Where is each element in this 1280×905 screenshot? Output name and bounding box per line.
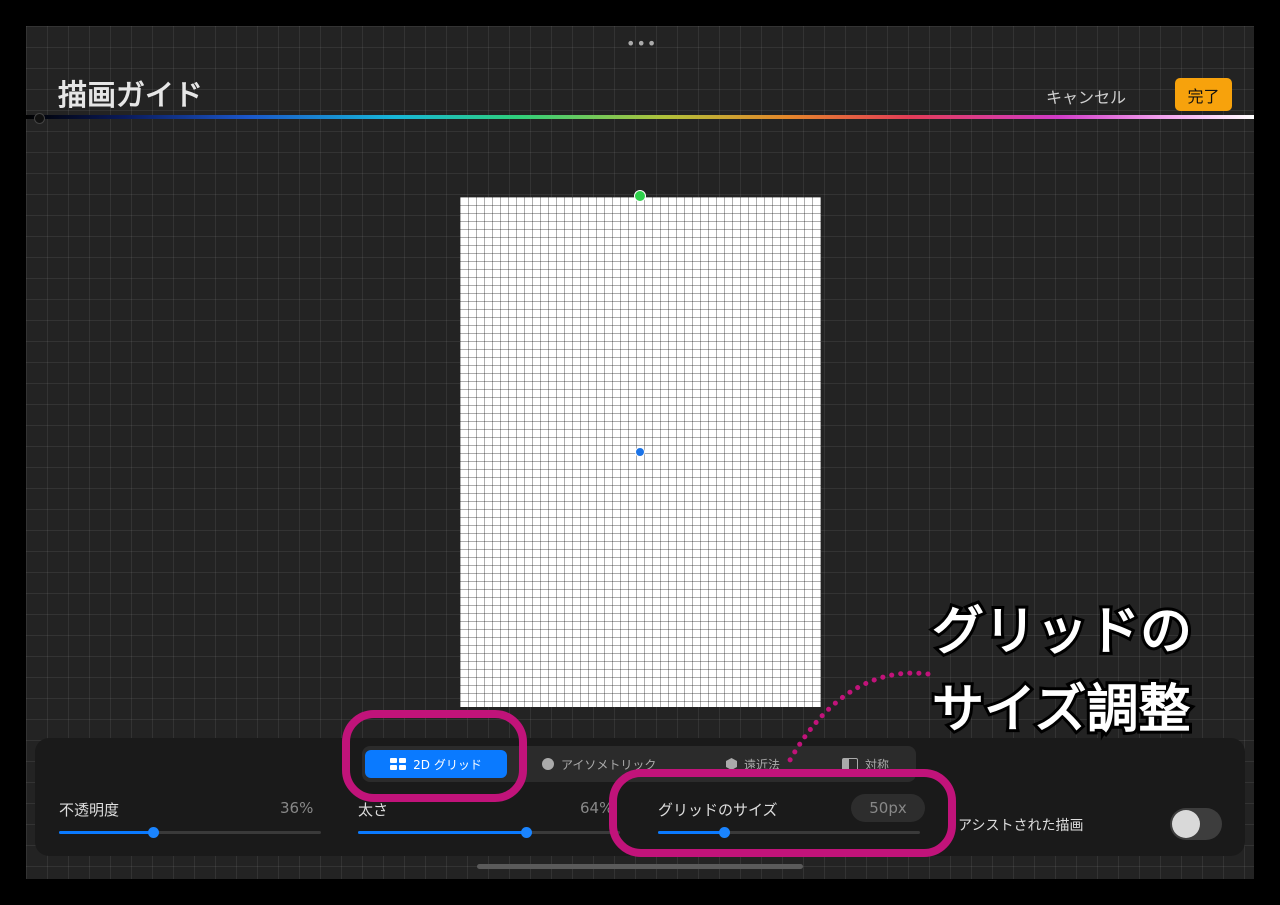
move-handle[interactable] <box>635 447 645 457</box>
opacity-label: 不透明度 <box>59 801 120 819</box>
grid-size-slider[interactable] <box>658 827 920 838</box>
opacity-slider[interactable] <box>59 827 321 838</box>
assisted-drawing-toggle[interactable] <box>1170 808 1222 840</box>
annotation-text-line2: サイズ調整 <box>929 680 1193 740</box>
thickness-slider[interactable] <box>358 827 620 838</box>
thickness-slider-fill <box>358 831 526 834</box>
opacity-slider-fill <box>59 831 154 834</box>
tab-2d-grid[interactable]: 2D グリッド <box>365 750 507 778</box>
tab-isometric[interactable]: アイソメトリック <box>542 750 656 778</box>
grid-size-value[interactable]: 50px <box>851 794 925 822</box>
grid-2d-icon <box>390 758 407 770</box>
app-screen: ••• 描画ガイド キャンセル 完了 2D グリッド アイソメトリック 遠近法 … <box>26 26 1254 879</box>
toggle-thumb <box>1172 810 1200 838</box>
tab-label: 2D グリッド <box>413 757 482 772</box>
assisted-drawing-label: アシストされた描画 <box>958 818 1084 834</box>
opacity-value: 36% <box>280 799 314 817</box>
thickness-slider-knob[interactable] <box>520 827 532 838</box>
rotation-handle[interactable] <box>634 190 646 202</box>
done-button[interactable]: 完了 <box>1175 78 1232 111</box>
tab-label: 対称 <box>865 757 890 772</box>
tab-label: アイソメトリック <box>561 757 657 772</box>
grid-size-slider-knob[interactable] <box>718 827 730 838</box>
tab-symmetry[interactable]: 対称 <box>842 750 889 778</box>
color-spectrum-bar[interactable] <box>26 115 1254 119</box>
annotation-text-line1: グリッドの <box>929 602 1195 662</box>
thickness-value: 64% <box>580 799 614 817</box>
guide-mode-selector: 2D グリッド アイソメトリック 遠近法 対称 <box>362 746 916 782</box>
home-indicator <box>477 864 803 869</box>
symmetry-icon <box>842 757 858 771</box>
more-dots-icon[interactable]: ••• <box>626 34 657 53</box>
tab-label: 遠近法 <box>744 757 781 772</box>
page-title: 描画ガイド <box>58 78 204 112</box>
isometric-icon <box>542 758 554 770</box>
perspective-icon <box>726 758 737 770</box>
grid-size-slider-fill <box>658 831 724 834</box>
grid-size-label: グリッドのサイズ <box>658 801 778 819</box>
cancel-button[interactable]: キャンセル <box>1046 84 1126 108</box>
color-spectrum-knob[interactable] <box>34 113 45 124</box>
thickness-label: 太さ <box>358 801 389 819</box>
tab-perspective[interactable]: 遠近法 <box>726 750 780 778</box>
